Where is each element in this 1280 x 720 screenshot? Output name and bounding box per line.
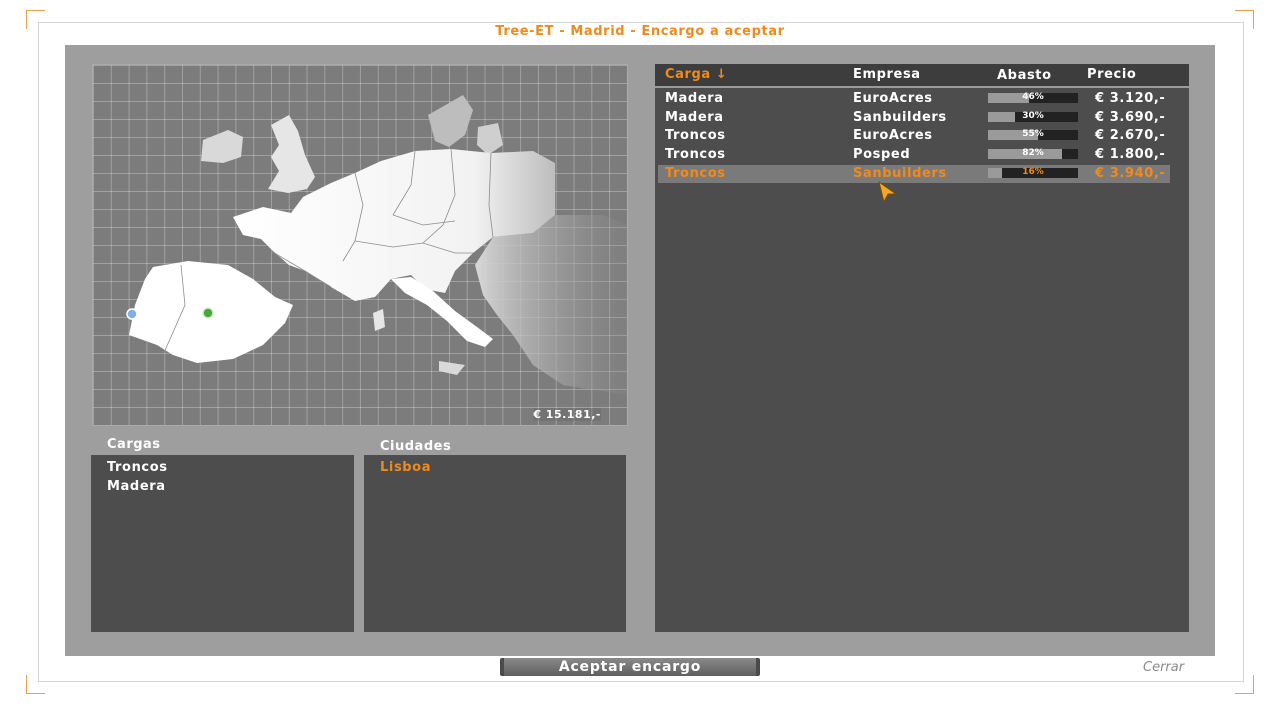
europe-map[interactable]: € 15.181,- xyxy=(92,64,628,426)
abasto-bar: 82% xyxy=(988,148,1078,159)
row-precio: € 3.690,- xyxy=(1095,110,1166,125)
cargas-list[interactable]: Troncos Madera xyxy=(91,455,354,632)
cargas-item-troncos[interactable]: Troncos xyxy=(91,458,354,477)
table-row[interactable]: Troncos Posped 82% € 1.800,- xyxy=(658,146,1170,164)
ciudades-label: Ciudades xyxy=(380,439,452,454)
column-header-precio[interactable]: Precio xyxy=(1087,67,1136,82)
mouse-pointer-icon xyxy=(878,181,898,204)
abasto-value: 46% xyxy=(1022,92,1044,102)
abasto-value: 82% xyxy=(1022,148,1044,158)
table-row[interactable]: Troncos EuroAcres 55% € 2.670,- xyxy=(658,127,1170,145)
abasto-bar: 46% xyxy=(988,92,1078,103)
close-button[interactable]: Cerrar xyxy=(1143,660,1184,675)
table-row[interactable]: Madera Sanbuilders 30% € 3.690,- xyxy=(658,109,1170,127)
column-header-carga[interactable]: Carga ↓ xyxy=(665,67,727,82)
row-empresa: EuroAcres xyxy=(853,128,933,143)
abasto-bar: 16% xyxy=(988,167,1078,178)
abasto-value: 55% xyxy=(1022,129,1044,139)
row-empresa: Sanbuilders xyxy=(853,110,947,125)
ciudades-item-lisboa[interactable]: Lisboa xyxy=(364,458,626,477)
row-precio: € 1.800,- xyxy=(1095,147,1166,162)
accept-job-button[interactable]: Aceptar encargo xyxy=(500,658,760,676)
offers-table[interactable]: Carga ↓ Empresa Abasto Precio Madera Eur… xyxy=(655,64,1189,632)
total-earnings: € 15.181,- xyxy=(533,408,601,421)
row-carga: Troncos xyxy=(665,128,726,143)
row-precio: € 3.120,- xyxy=(1095,91,1166,106)
row-precio: € 3.940,- xyxy=(1095,166,1166,181)
row-precio: € 2.670,- xyxy=(1095,128,1166,143)
column-header-abasto[interactable]: Abasto xyxy=(997,68,1052,83)
row-empresa: Posped xyxy=(853,147,911,162)
main-panel: € 15.181,- Cargas Troncos Madera Ciudade… xyxy=(65,45,1215,656)
abasto-value: 30% xyxy=(1022,111,1044,121)
table-row[interactable]: Madera EuroAcres 46% € 3.120,- xyxy=(658,90,1170,108)
row-carga: Troncos xyxy=(665,147,726,162)
row-carga: Troncos xyxy=(665,166,726,181)
abasto-bar: 30% xyxy=(988,111,1078,122)
row-empresa: EuroAcres xyxy=(853,91,933,106)
column-header-empresa[interactable]: Empresa xyxy=(853,67,921,82)
abasto-bar: 55% xyxy=(988,129,1078,140)
table-header: Carga ↓ Empresa Abasto Precio xyxy=(655,64,1189,88)
cargas-label: Cargas xyxy=(107,437,161,452)
row-carga: Madera xyxy=(665,91,724,106)
abasto-value: 16% xyxy=(1022,167,1044,177)
europe-map-graphic xyxy=(126,95,627,395)
row-empresa: Sanbuilders xyxy=(853,166,947,181)
table-row-selected[interactable]: Troncos Sanbuilders 16% € 3.940,- xyxy=(658,165,1170,183)
cargas-item-madera[interactable]: Madera xyxy=(91,477,354,496)
window-title: Tree-ET - Madrid - Encargo a aceptar xyxy=(495,24,785,39)
ciudades-list[interactable]: Lisboa xyxy=(364,455,626,632)
row-carga: Madera xyxy=(665,110,724,125)
